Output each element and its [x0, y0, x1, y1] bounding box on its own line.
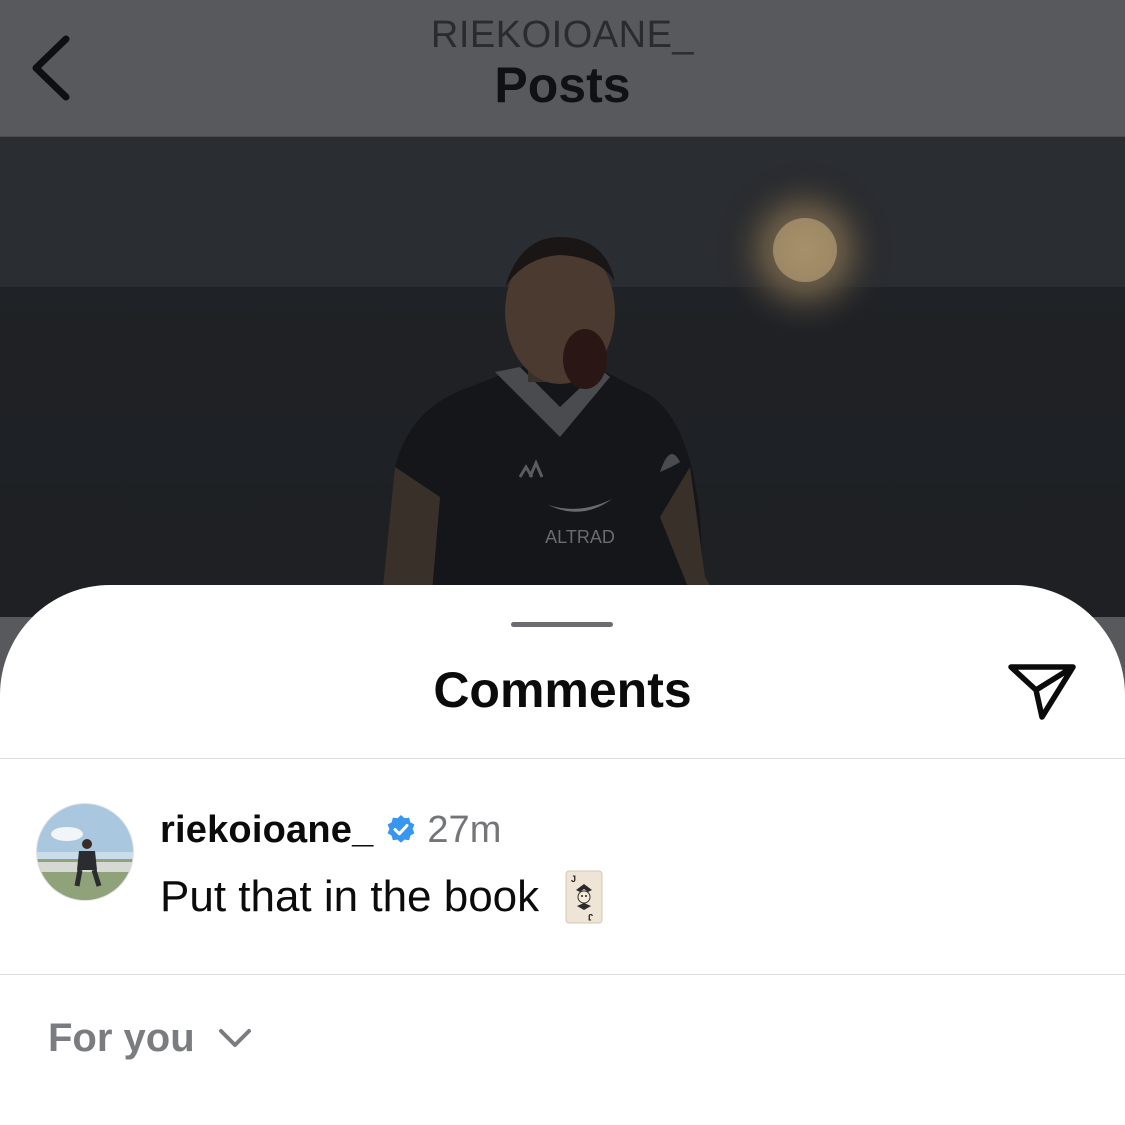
- comments-sheet: Comments riekoioane_ 27m Put that in the…: [0, 585, 1125, 1125]
- page-title: Posts: [494, 57, 631, 113]
- comment-body: Put that in the book J J: [160, 869, 603, 925]
- svg-text:J: J: [571, 874, 576, 884]
- posts-header: RIEKOIOANE_ Posts: [0, 0, 1125, 137]
- post-image[interactable]: ALTRAD: [0, 137, 1125, 617]
- comment-sort-label: For you: [48, 1015, 195, 1060]
- paper-plane-icon: [1008, 664, 1076, 720]
- comment-username[interactable]: riekoioane_: [160, 809, 373, 852]
- sheet-divider-top: [0, 758, 1125, 759]
- comment-item[interactable]: riekoioane_ 27m Put that in the book J J: [0, 785, 1125, 955]
- joker-card-icon: J J: [565, 870, 603, 924]
- svg-text:J: J: [588, 912, 593, 922]
- share-button[interactable]: [1000, 657, 1084, 727]
- jersey-sponsor-text: ALTRAD: [545, 527, 615, 547]
- sheet-divider-bottom: [0, 974, 1125, 975]
- comment-sort-dropdown[interactable]: For you: [48, 1013, 253, 1063]
- comment-text: Put that in the book: [160, 872, 540, 921]
- verified-badge-icon: [388, 815, 415, 843]
- sheet-drag-handle[interactable]: [511, 622, 613, 627]
- avatar[interactable]: [36, 803, 134, 901]
- avatar-photo: [37, 804, 133, 900]
- chevron-down-icon: [218, 1029, 251, 1047]
- header-username: RIEKOIOANE_: [430, 14, 695, 56]
- post-photo-illustration: ALTRAD: [0, 137, 1125, 617]
- comment-timestamp: 27m: [427, 808, 502, 851]
- post-comments-screen: RIEKOIOANE_ Posts ALTRAD Comments riekoi…: [0, 0, 1125, 1125]
- comment-meta: riekoioane_ 27m: [160, 805, 501, 855]
- comments-title: Comments: [433, 662, 692, 718]
